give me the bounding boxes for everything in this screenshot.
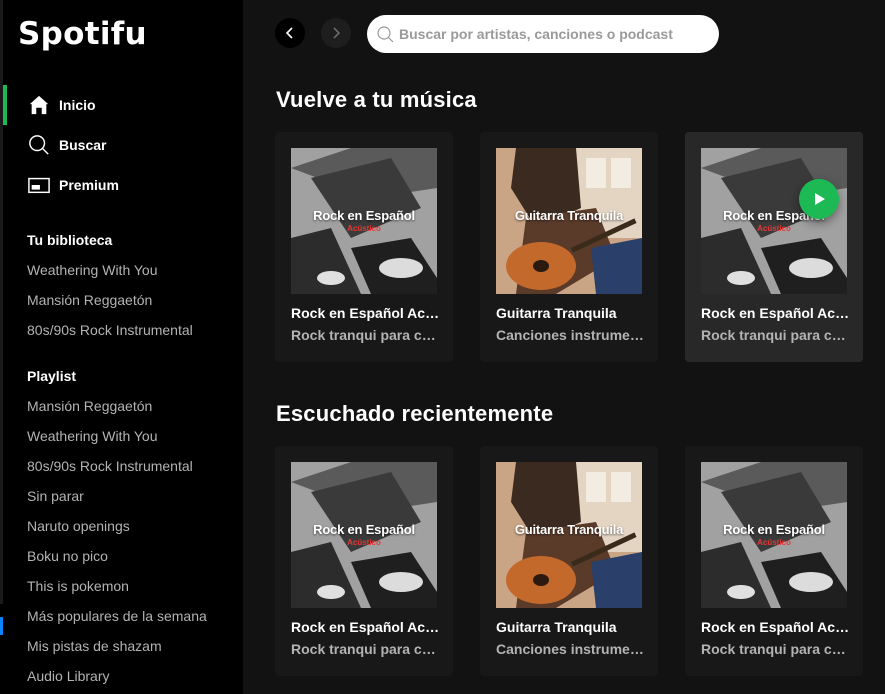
card-subtitle: Canciones instrumentales	[496, 327, 646, 343]
card-title: Rock en Español Acústico	[291, 305, 441, 321]
playlist-item[interactable]: Weathering With You	[27, 428, 227, 444]
library-item[interactable]: Mansión Reggaetón	[27, 292, 227, 308]
section-title: Escuchado recientemente	[276, 401, 554, 426]
card-title: Rock en Español Acústico	[291, 619, 441, 635]
card-subtitle: Rock tranqui para cantar	[701, 641, 851, 657]
search-icon	[377, 26, 394, 43]
cover-art: Guitarra Tranquila	[496, 148, 642, 294]
playlist-card[interactable]: Guitarra Tranquila Guitarra Tranquila Ca…	[480, 132, 658, 362]
cover-art: Rock en Español Acústico	[701, 148, 847, 294]
cover-art: Rock en Español Acústico	[291, 462, 437, 608]
nav-label: Inicio	[59, 97, 96, 113]
cover-art: Rock en Español Acústico	[291, 148, 437, 294]
play-button[interactable]	[799, 179, 839, 219]
cover-subtitle: Acústico	[757, 538, 791, 547]
section-title: Vuelve a tu música	[276, 87, 477, 112]
cover-title: Rock en Español	[313, 208, 415, 223]
cover-subtitle: Acústico	[347, 538, 381, 547]
card-title: Guitarra Tranquila	[496, 619, 617, 635]
card-subtitle: Rock tranqui para cantar	[291, 641, 441, 657]
back-button[interactable]	[275, 18, 305, 48]
nav-label: Buscar	[59, 137, 107, 153]
card-title: Guitarra Tranquila	[496, 305, 617, 321]
cover-subtitle: Acústico	[347, 224, 381, 233]
playlist-title: Playlist	[27, 368, 77, 384]
play-icon	[815, 193, 825, 205]
window-edge-marker	[0, 617, 3, 635]
card-subtitle: Rock tranqui para cantar	[291, 327, 441, 343]
playlist-item[interactable]: Mansión Reggaetón	[27, 398, 227, 414]
cover-art: Rock en Español Acústico	[701, 462, 847, 608]
search-icon	[29, 135, 49, 155]
card-subtitle: Rock tranqui para cantar	[701, 327, 851, 343]
nav-item-premium[interactable]: Premium	[0, 165, 243, 205]
home-icon	[29, 95, 49, 115]
nav-item-inicio[interactable]: Inicio	[0, 85, 243, 125]
sidebar: Spotifu Inicio Buscar Premium Tu bibliot…	[0, 0, 243, 694]
playlist-card[interactable]: Rock en Español Acústico Rock en Español…	[275, 446, 453, 676]
search-bar[interactable]	[367, 15, 719, 53]
library-item[interactable]: 80s/90s Rock Instrumental	[27, 322, 227, 338]
playlist-item[interactable]: Mis pistas de shazam	[27, 638, 227, 654]
active-indicator	[3, 85, 7, 125]
search-input[interactable]	[399, 15, 709, 53]
playlist-item[interactable]: Sin parar	[27, 488, 227, 504]
cover-title: Guitarra Tranquila	[514, 522, 624, 537]
cover-title: Guitarra Tranquila	[514, 208, 624, 223]
card-title: Rock en Español Acústico	[701, 305, 851, 321]
premium-icon	[28, 177, 50, 194]
nav-label: Premium	[59, 177, 119, 193]
cover-title: Rock en Español	[723, 522, 825, 537]
forward-button[interactable]	[321, 18, 351, 48]
chevron-left-icon	[285, 27, 293, 39]
cover-subtitle: Acústico	[757, 224, 791, 233]
playlist-card[interactable]: Rock en Español Acústico Rock en Español…	[685, 132, 863, 362]
playlist-item[interactable]: 80s/90s Rock Instrumental	[27, 458, 227, 474]
library-title: Tu biblioteca	[27, 232, 113, 248]
playlist-card[interactable]: Rock en Español Acústico Rock en Español…	[275, 132, 453, 362]
card-subtitle: Canciones instrumentales	[496, 641, 646, 657]
playlist-item[interactable]: Más populares de la semana	[27, 608, 215, 624]
playlist-card[interactable]: Rock en Español Acústico Rock en Español…	[685, 446, 863, 676]
playlist-item[interactable]: This is pokemon	[27, 578, 227, 594]
app-logo[interactable]: Spotifu	[18, 16, 147, 52]
library-item[interactable]: Weathering With You	[27, 262, 227, 278]
playlist-item[interactable]: Audio Library	[27, 668, 227, 684]
chevron-right-icon	[333, 27, 341, 39]
nav-item-buscar[interactable]: Buscar	[0, 125, 243, 165]
cover-title: Rock en Español	[313, 522, 415, 537]
playlist-item[interactable]: Boku no pico	[27, 548, 227, 564]
card-title: Rock en Español Acústico	[701, 619, 851, 635]
playlist-item[interactable]: Naruto openings	[27, 518, 227, 534]
cover-art: Guitarra Tranquila	[496, 462, 642, 608]
playlist-card[interactable]: Guitarra Tranquila Guitarra Tranquila Ca…	[480, 446, 658, 676]
